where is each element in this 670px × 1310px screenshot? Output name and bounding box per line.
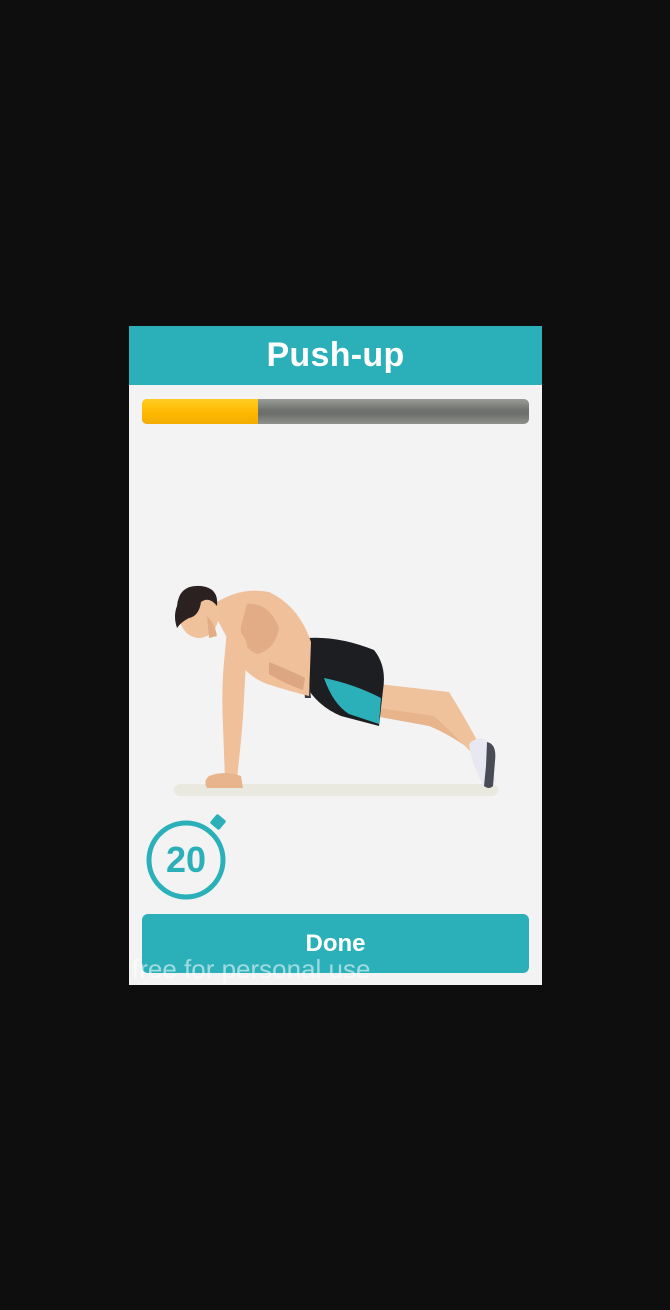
push-up-illustration [174, 585, 498, 796]
exercise-progress-bar [142, 399, 529, 424]
exercise-dialog: Push-up 20 Done free for personal use [129, 326, 542, 985]
countdown-timer: 20 [142, 812, 232, 902]
done-button[interactable]: Done [142, 914, 529, 973]
dialog-header: Push-up [129, 326, 542, 385]
timer-value: 20 [165, 839, 207, 880]
exercise-title: Push-up [266, 336, 405, 374]
exercise-progress-fill [142, 399, 259, 424]
done-button-label: Done [305, 929, 366, 957]
